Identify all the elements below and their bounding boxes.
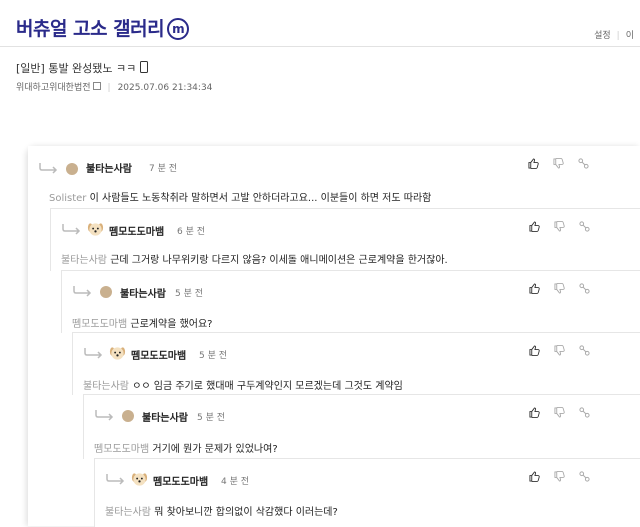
comment-time: 4 분 전 (221, 477, 250, 487)
comment-nickname[interactable]: 불타는사람 (120, 285, 166, 300)
post-meta: 위대하고위대한법전 | 2025.07.06 21:34:34 (16, 82, 213, 93)
thumbs-down-icon[interactable] (554, 283, 565, 294)
thumbs-down-icon[interactable] (554, 221, 565, 232)
comment-body: 뗌모도도마뱀 근로계약을 했어요? (72, 315, 212, 330)
post-title-text: [일반] 통발 완성됐노 ㅋㅋ (16, 62, 137, 75)
comment-text: 거기에 뭔가 문제가 있었나여? (152, 444, 278, 455)
comment-time: 7 분 전 (149, 164, 178, 174)
avatar (100, 286, 112, 298)
post-title: [일반] 통발 완성됐노 ㅋㅋ (16, 60, 149, 76)
reply-arrow-icon (106, 474, 125, 485)
comment-text: 이 사람들도 노동착취라 말하면서 고발 안하더라고요... 이분들이 하면 저… (89, 193, 432, 204)
comment-item: 불타는사람 7 분 전 Solister 이 사람들도 노동착취라 말하면서 고… (28, 146, 640, 208)
comment-mention[interactable]: 뗌모도도마뱀 (72, 319, 127, 330)
comment-time: 5 분 전 (175, 289, 204, 299)
comment-item: 뗌모도도마뱀 6 분 전 불타는사람 근데 그거랑 나무위키랑 다르지 않음? … (50, 208, 640, 271)
settings-link[interactable]: 설정 (594, 31, 611, 41)
reply-arrow-icon (39, 163, 58, 174)
comment-body: Solister 이 사람들도 노동착취라 말하면서 고발 안하더라고요... … (49, 189, 431, 204)
comment-nickname[interactable]: 불타는사람 (86, 160, 132, 175)
thumbs-up-icon[interactable] (529, 283, 540, 294)
post-datetime: 2025.07.06 21:34:34 (117, 83, 213, 93)
comment-text: ㅇㅇ 임금 주기로 했대매 구두계약인지 모르겠는데 그것도 계약임 (132, 381, 403, 392)
avatar (87, 223, 104, 236)
comment-item: 뗌모도도마뱀 4 분 전 불타는사람 뭐 찾아보니깐 합의없이 삭감했다 이러는… (94, 458, 640, 527)
avatar (109, 347, 126, 360)
thumbs-down-icon[interactable] (554, 471, 565, 482)
header-link-cut[interactable]: 이 (626, 31, 634, 41)
comment-body: 뗌모도도마뱀 거기에 뭔가 문제가 있었나여? (94, 440, 278, 455)
comment-nickname[interactable]: 뗌모도도마뱀 (109, 223, 164, 238)
comment-mention[interactable]: 불타는사람 (83, 381, 129, 392)
avatar (131, 473, 148, 486)
thumbs-up-icon[interactable] (529, 345, 540, 356)
link-icon[interactable] (579, 471, 590, 482)
link-icon[interactable] (579, 283, 590, 294)
comment-mention[interactable]: Solister (49, 193, 86, 204)
comment-nickname[interactable]: 뗌모도도마뱀 (131, 347, 186, 362)
link-icon[interactable] (579, 407, 590, 418)
thumbs-up-icon[interactable] (529, 471, 540, 482)
reply-arrow-icon (84, 348, 103, 359)
comment-panel: 불타는사람 7 분 전 Solister 이 사람들도 노동착취라 말하면서 고… (28, 146, 640, 527)
gallery-title[interactable]: 버츄얼 고소 갤러리 m (16, 14, 190, 41)
thumbs-up-icon[interactable] (529, 221, 540, 232)
reply-arrow-icon (95, 410, 114, 421)
avatar (122, 410, 134, 422)
post-author[interactable]: 위대하고위대한법전 (16, 83, 91, 93)
avatar (66, 163, 78, 175)
comment-mention[interactable]: 불타는사람 (61, 255, 107, 266)
comment-mention[interactable]: 뗌모도도마뱀 (94, 444, 149, 455)
comment-time: 6 분 전 (177, 227, 206, 237)
thumbs-down-icon[interactable] (554, 407, 565, 418)
comment-body: 불타는사람 뭐 찾아보니깐 합의없이 삭감했다 이러는데? (105, 503, 338, 518)
reply-arrow-icon (73, 286, 92, 297)
comment-text: 근로계약을 했어요? (130, 319, 213, 330)
comment-item: 불타는사람 5 분 전 뗌모도도마뱀 근로계약을 했어요? (61, 270, 640, 333)
gallery-header: 버츄얼 고소 갤러리 m 설정 | 이 (0, 0, 640, 47)
header-links: 설정 | 이 (594, 28, 640, 41)
thumbs-down-icon[interactable] (554, 345, 565, 356)
comment-text: 근데 그거랑 나무위키랑 다르지 않음? 이세돌 애니메이션은 근로계약을 한거… (110, 255, 448, 266)
comment-body: 불타는사람 ㅇㅇ 임금 주기로 했대매 구두계약인지 모르겠는데 그것도 계약임 (83, 377, 403, 392)
minor-gallery-badge-icon: m (167, 18, 190, 40)
header-link-separator: | (616, 31, 620, 41)
link-icon[interactable] (578, 158, 589, 169)
comment-nickname[interactable]: 불타는사람 (142, 409, 188, 424)
comment-mention[interactable]: 불타는사람 (105, 507, 151, 518)
thumbs-down-icon[interactable] (553, 158, 564, 169)
comment-text: 뭐 찾아보니깐 합의없이 삭감했다 이러는데? (154, 507, 338, 518)
comment-body: 불타는사람 근데 그거랑 나무위키랑 다르지 않음? 이세돌 애니메이션은 근로… (61, 251, 448, 266)
mobile-icon (140, 61, 149, 73)
fixed-nick-icon (92, 82, 101, 90)
link-icon[interactable] (579, 221, 590, 232)
comment-time: 5 분 전 (197, 413, 226, 423)
comment-time: 5 분 전 (199, 351, 228, 361)
thumbs-up-icon[interactable] (528, 158, 539, 169)
thumbs-up-icon[interactable] (529, 407, 540, 418)
comment-item: 불타는사람 5 분 전 뗌모도도마뱀 거기에 뭔가 문제가 있었나여? (83, 394, 640, 459)
comment-item: 뗌모도도마뱀 5 분 전 불타는사람 ㅇㅇ 임금 주기로 했대매 구두계약인지 … (72, 332, 640, 395)
comment-nickname[interactable]: 뗌모도도마뱀 (153, 473, 208, 488)
gallery-title-text: 버츄얼 고소 갤러리 (16, 18, 165, 40)
link-icon[interactable] (579, 345, 590, 356)
reply-arrow-icon (62, 224, 81, 235)
